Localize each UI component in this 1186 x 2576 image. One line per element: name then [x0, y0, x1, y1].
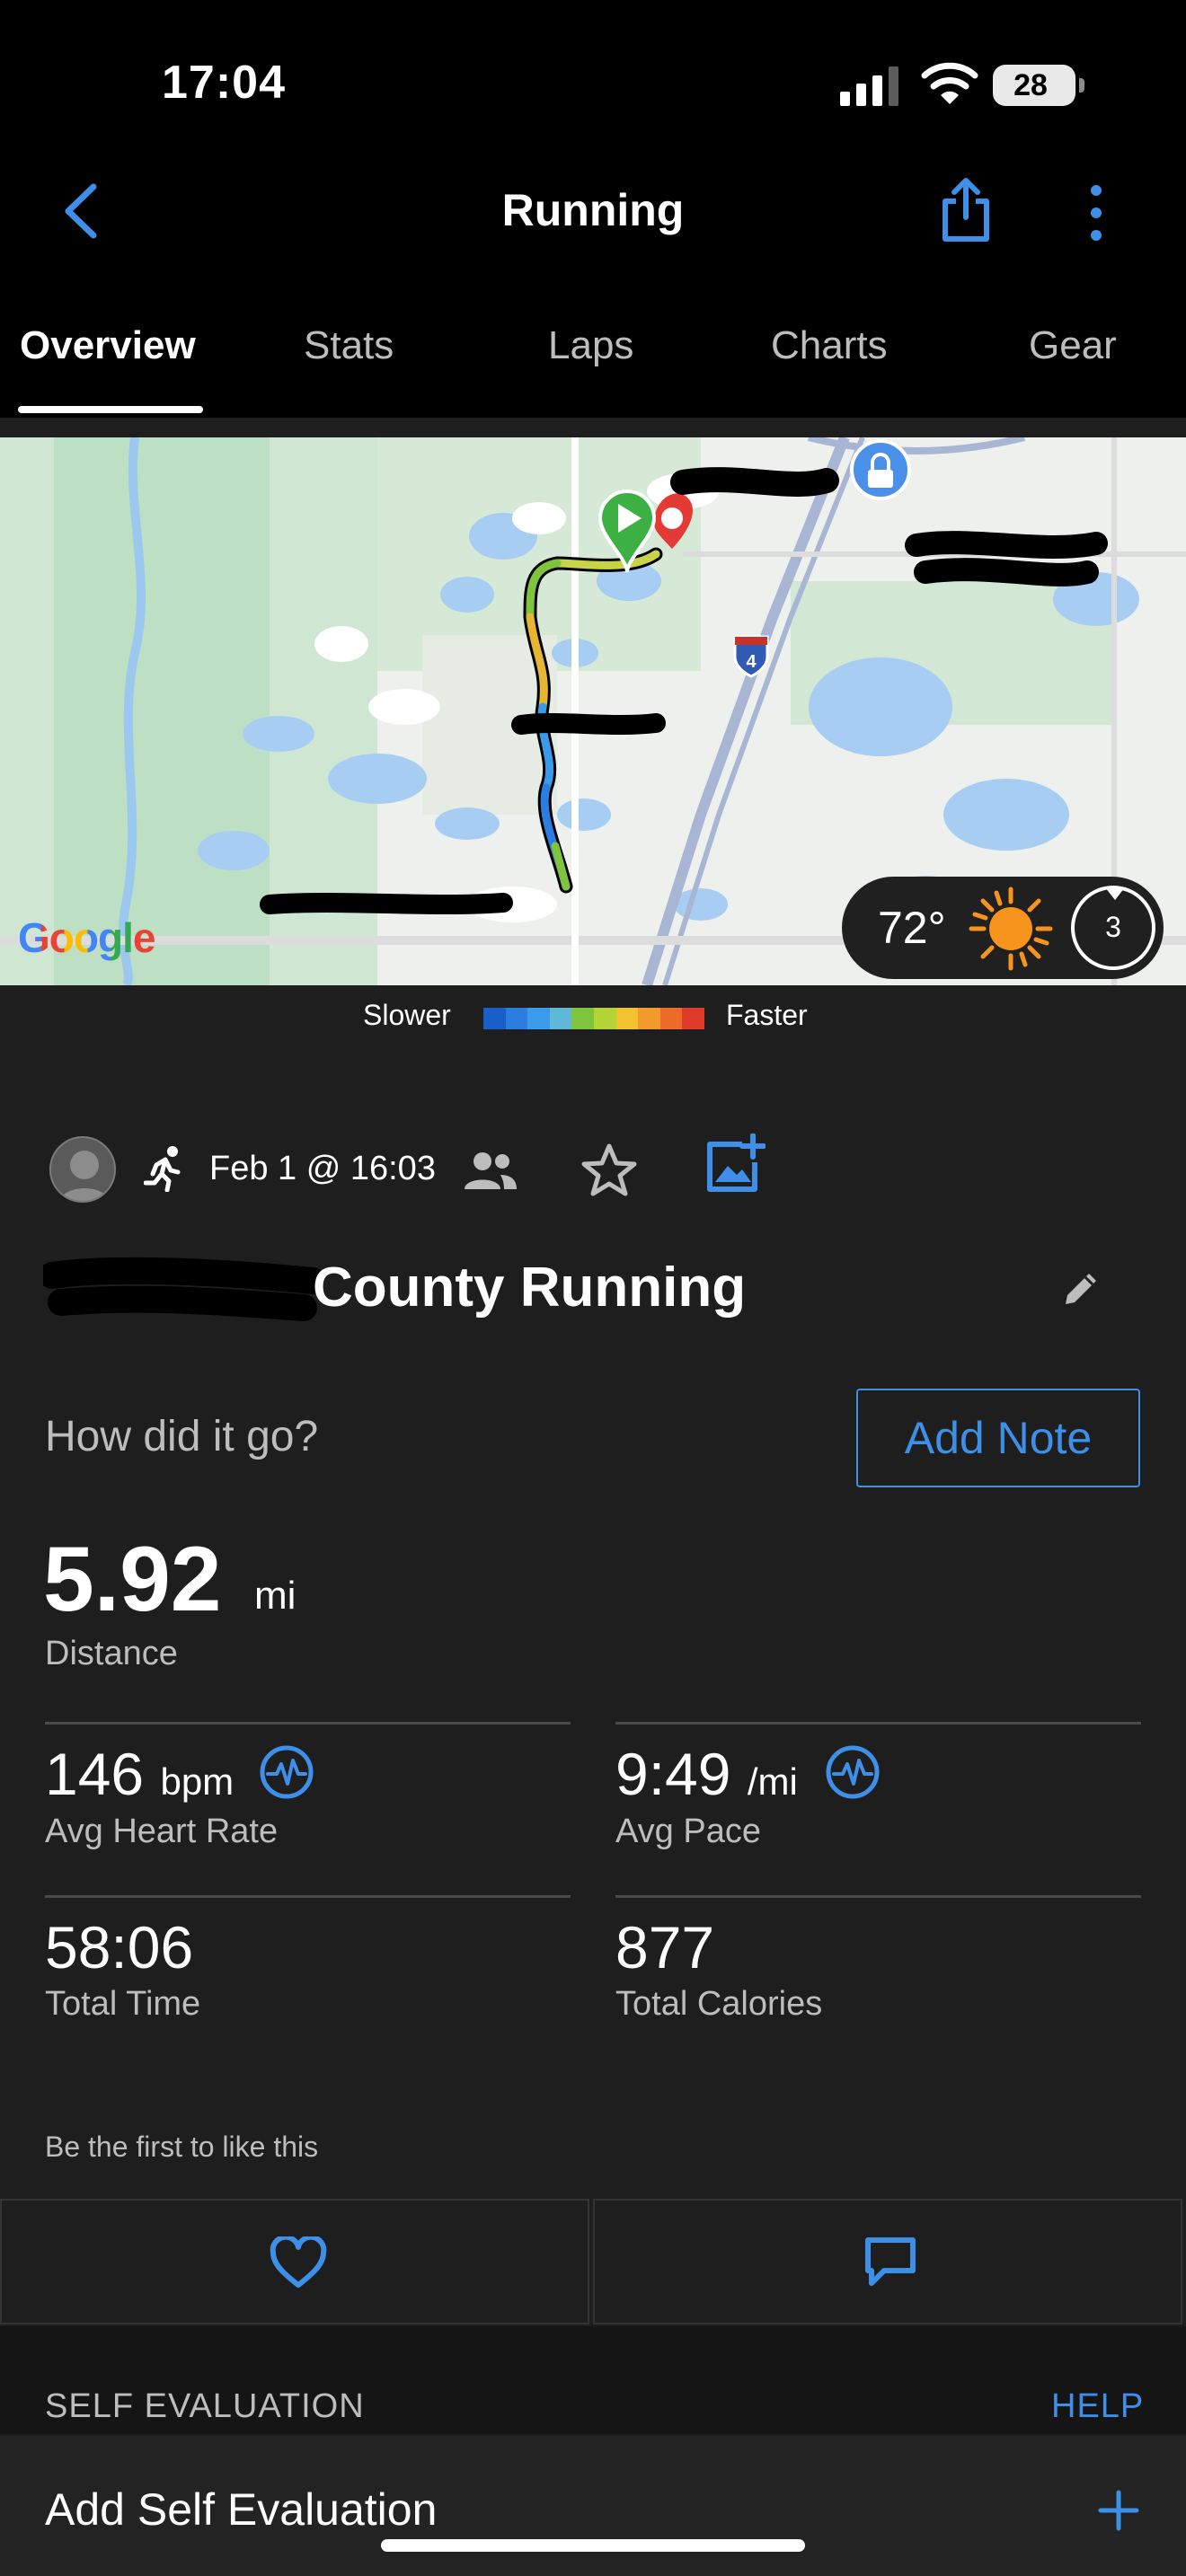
self-evaluation-title: SELF EVALUATION — [45, 2387, 365, 2425]
pace-color-swatch — [483, 1008, 506, 1029]
pace-color-scale — [483, 1008, 704, 1029]
tab-bar: Overview Stats Laps Charts Gear — [0, 305, 1186, 418]
status-time: 17:04 — [162, 57, 286, 109]
social-actions — [0, 2199, 1186, 2325]
plus-icon[interactable] — [1096, 2488, 1141, 2533]
people-icon[interactable] — [465, 1150, 517, 1191]
pace-color-swatch — [527, 1008, 550, 1029]
pace-label: Avg Pace — [615, 1813, 761, 1850]
cellular-signal-icon — [840, 66, 898, 106]
pace-color-swatch — [593, 1008, 616, 1029]
battery-indicator: 28 — [993, 65, 1084, 106]
tab-gear[interactable]: Gear — [1029, 323, 1117, 368]
tab-laps[interactable]: Laps — [548, 323, 633, 368]
legend-slower-label: Slower — [363, 999, 451, 1031]
how-did-it-go-prompt: How did it go? — [45, 1413, 319, 1460]
edit-pencil-icon[interactable] — [1058, 1266, 1103, 1311]
tab-charts[interactable]: Charts — [771, 323, 888, 368]
pace-stat: 9:49 /mi — [615, 1740, 798, 1808]
add-note-button[interactable]: Add Note — [856, 1389, 1140, 1487]
activity-date: Feb 1 @ 16:03 — [209, 1150, 436, 1187]
home-indicator — [381, 2539, 805, 2552]
heart-rate-label: Avg Heart Rate — [45, 1813, 279, 1850]
poi-lock-icon — [850, 439, 911, 500]
heart-icon — [270, 2236, 327, 2288]
pace-value: 9:49 — [615, 1741, 731, 1807]
pace-color-swatch — [505, 1008, 528, 1029]
avatar[interactable] — [49, 1136, 116, 1203]
redaction-mark — [43, 1257, 322, 1321]
comment-icon — [865, 2237, 916, 2286]
add-photo-icon[interactable] — [704, 1134, 766, 1195]
wind-indicator: 3 — [1071, 886, 1155, 970]
comment-button[interactable] — [593, 2199, 1182, 2325]
pace-color-swatch — [549, 1008, 572, 1029]
share-icon[interactable] — [934, 176, 997, 243]
like-button[interactable] — [0, 2199, 589, 2325]
google-logo: Google — [18, 913, 155, 962]
divider — [45, 1895, 571, 1898]
add-self-evaluation-label[interactable]: Add Self Evaluation — [45, 2483, 437, 2536]
divider — [45, 1722, 571, 1725]
total-time-value: 58:06 — [45, 1914, 194, 1981]
heart-rate-unit: bpm — [160, 1760, 235, 1803]
pace-color-swatch — [659, 1008, 683, 1029]
tab-overview[interactable]: Overview — [20, 323, 196, 368]
map-attribution: Google — [18, 914, 155, 961]
total-calories-value: 877 — [615, 1914, 715, 1981]
pace-color-swatch — [682, 1008, 704, 1029]
divider — [615, 1722, 1141, 1725]
distance-label: Distance — [45, 1635, 178, 1672]
wifi-icon — [921, 62, 978, 104]
heart-rate-stat: 146 bpm — [45, 1740, 234, 1808]
legend-faster-label: Faster — [726, 999, 808, 1031]
activity-title[interactable]: County Running — [313, 1256, 746, 1319]
distance-unit: mi — [254, 1574, 296, 1618]
pace-unit: /mi — [747, 1760, 798, 1803]
wind-direction-icon — [1105, 887, 1125, 900]
distance-value: 5.92 — [43, 1528, 222, 1630]
more-options-icon[interactable] — [1078, 183, 1114, 243]
tab-stats[interactable]: Stats — [304, 323, 394, 368]
pace-color-swatch — [638, 1008, 660, 1029]
heart-rate-chart-icon[interactable] — [259, 1744, 314, 1800]
running-activity-icon — [144, 1146, 181, 1192]
page-title: Running — [501, 185, 685, 235]
active-tab-indicator — [18, 406, 203, 413]
heart-rate-value: 146 — [45, 1741, 145, 1807]
total-time-label: Total Time — [45, 1985, 201, 2023]
star-icon[interactable] — [580, 1141, 639, 1200]
pace-chart-icon[interactable] — [825, 1744, 881, 1800]
total-calories-label: Total Calories — [615, 1985, 823, 2023]
pace-color-swatch — [615, 1008, 639, 1029]
pace-color-swatch — [571, 1008, 594, 1029]
help-link[interactable]: HELP — [1051, 2387, 1144, 2426]
divider — [615, 1895, 1141, 1898]
weather-badge[interactable]: 72° 3 — [842, 877, 1164, 979]
likes-text: Be the first to like this — [45, 2130, 319, 2163]
interstate-number: 4 — [746, 652, 757, 672]
battery-level: 28 — [1013, 67, 1048, 102]
weather-temperature: 72° — [878, 903, 946, 953]
wind-speed: 3 — [1105, 911, 1121, 943]
sun-icon — [969, 887, 1053, 971]
